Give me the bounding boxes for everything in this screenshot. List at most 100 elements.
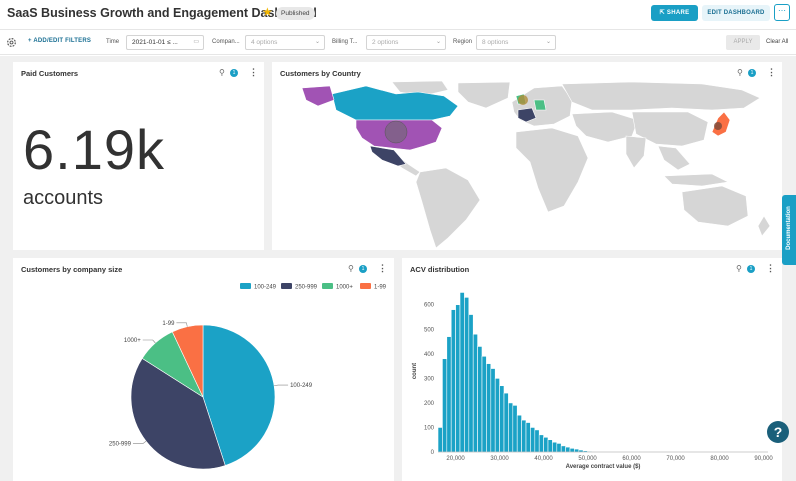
histogram-bar[interactable] (499, 385, 505, 453)
help-button[interactable]: ? (767, 421, 789, 443)
filter-indicator[interactable]: ⚲ 1 (348, 264, 370, 274)
favorite-star-icon[interactable]: ★ (262, 5, 273, 19)
region-filter-select[interactable]: 8 options ⌄ (476, 35, 556, 50)
histogram-bar[interactable] (437, 427, 443, 453)
label-leader-line (142, 339, 156, 344)
billing-filter-select[interactable]: 2 options ⌄ (366, 35, 446, 50)
filter-count: 1 (230, 69, 238, 77)
filter-bar: + ADD/EDIT FILTERS Time 2021-01-01 ≤ ...… (0, 31, 796, 55)
share-button[interactable]: ⇱ SHARE (651, 5, 698, 21)
histogram-bar[interactable] (552, 441, 558, 453)
world-map[interactable] (272, 80, 782, 250)
x-tick-label: 70,000 (666, 456, 685, 462)
chart-title: ACV distribution (410, 265, 470, 274)
dashboard-canvas: Paid Customers ⚲ 1 ⋮ 6.19k accounts Cust… (0, 56, 796, 481)
histogram-bar[interactable] (472, 333, 478, 453)
histogram-bar[interactable] (477, 346, 483, 453)
histogram-bar[interactable] (516, 414, 522, 453)
histogram-bar[interactable] (464, 297, 470, 453)
label-leader-line (176, 322, 188, 327)
histogram-bar[interactable] (530, 427, 536, 453)
clear-all-button[interactable]: Clear All (766, 39, 788, 45)
histogram-bar[interactable] (560, 445, 566, 453)
histogram-bar[interactable] (490, 368, 496, 453)
histogram-bar[interactable] (525, 422, 531, 453)
edit-dashboard-button[interactable]: EDIT DASHBOARD (702, 5, 770, 21)
histogram-bar[interactable] (574, 448, 580, 453)
histogram-bar[interactable] (455, 304, 461, 453)
map-region (663, 173, 729, 187)
documentation-tab[interactable]: Documentation (782, 195, 796, 265)
legend-item[interactable]: 250-999 (281, 283, 318, 291)
histogram-bar[interactable] (481, 355, 487, 453)
x-tick-label: 90,000 (754, 456, 773, 462)
acv-distribution-card: ACV distribution ⚲ 1 ⋮ 0 100 200 300 400 500 6… (402, 258, 782, 481)
x-tick-label: 50,000 (578, 456, 597, 462)
chart-title: Customers by company size (21, 265, 123, 274)
legend-item[interactable]: 100-249 (240, 283, 277, 291)
histogram-bar[interactable] (534, 429, 540, 453)
legend-swatch (240, 283, 251, 289)
histogram-bar[interactable] (569, 448, 575, 453)
billing-filter-label: Billing T... (332, 39, 358, 45)
company-size-card: Customers by company size ⚲ 1 ⋮ 100-249 2… (13, 258, 394, 481)
histogram-bar[interactable] (538, 434, 544, 453)
chart-menu-icon[interactable]: ⋮ (249, 67, 258, 77)
legend-label: 1-99 (374, 285, 387, 291)
legend-item[interactable]: 1-99 (360, 283, 387, 291)
legend-swatch (322, 283, 333, 289)
y-tick-label: 600 (424, 303, 435, 309)
histogram-bar[interactable] (446, 336, 452, 453)
time-filter-input[interactable]: 2021-01-01 ≤ ... ▭ (126, 35, 204, 50)
documentation-label: Documentation (786, 206, 792, 250)
filter-icon: ⚲ (736, 264, 742, 273)
chart-title: Customers by Country (280, 69, 361, 78)
legend-label: 100-249 (254, 285, 277, 291)
histogram-bar[interactable] (468, 314, 474, 453)
histogram-bar[interactable] (494, 378, 500, 453)
filter-count: 1 (748, 69, 756, 77)
histogram-bar[interactable] (503, 392, 509, 453)
customers-by-country-card: Customers by Country ⚲ 1 ⋮ (272, 62, 782, 250)
histogram-bar[interactable] (486, 363, 492, 453)
chart-menu-icon[interactable]: ⋮ (378, 263, 387, 273)
company-filter-select[interactable]: 4 options ⌄ (245, 35, 325, 50)
add-edit-filters-button[interactable]: + ADD/EDIT FILTERS (28, 38, 91, 44)
histogram-bar[interactable] (565, 446, 571, 453)
histogram-bar[interactable] (508, 402, 514, 453)
share-icon: ⇱ (659, 10, 667, 16)
histogram-bar[interactable] (512, 405, 518, 453)
chevron-down-icon: ⌄ (435, 39, 441, 45)
filter-indicator[interactable]: ⚲ 1 (736, 264, 758, 274)
map-region-germany (533, 99, 547, 111)
map-region (457, 81, 511, 109)
more-options-button[interactable]: ⋯ (774, 4, 790, 21)
legend-item[interactable]: 1000+ (322, 283, 353, 291)
histogram-bar[interactable] (450, 309, 456, 453)
histogram-chart[interactable]: 0 100 200 300 400 500 600 count 20,000 30,000 40,0… (402, 276, 782, 481)
filter-indicator[interactable]: ⚲ 1 (737, 68, 759, 78)
pie-chart[interactable]: 100-249 250-999 1000+ 1-99 100-249 250-999 100… (13, 276, 394, 481)
chart-menu-icon[interactable]: ⋮ (766, 263, 775, 273)
map-region (681, 185, 749, 227)
map-region (657, 145, 691, 171)
x-tick-label: 40,000 (534, 456, 553, 462)
settings-gear-icon[interactable] (6, 37, 17, 48)
filter-indicator[interactable]: ⚲ 1 (219, 68, 241, 78)
apply-filters-button[interactable]: APPLY (726, 35, 760, 50)
histogram-bar[interactable] (521, 419, 527, 453)
histogram-bar[interactable] (556, 443, 562, 453)
legend-swatch (281, 283, 292, 289)
chart-menu-icon[interactable]: ⋮ (767, 67, 776, 77)
chevron-down-icon: ⌄ (545, 39, 551, 45)
label-leader-line (132, 440, 147, 444)
y-tick-label: 0 (431, 450, 435, 456)
histogram-bar[interactable] (442, 358, 448, 453)
histogram-bar[interactable] (459, 292, 465, 453)
y-tick-label: 200 (424, 401, 435, 407)
y-tick-label: 400 (424, 352, 435, 358)
country-bubble-japan (714, 122, 722, 130)
histogram-bar[interactable] (543, 436, 549, 453)
histogram-bar[interactable] (547, 439, 553, 453)
map-region (625, 135, 647, 169)
